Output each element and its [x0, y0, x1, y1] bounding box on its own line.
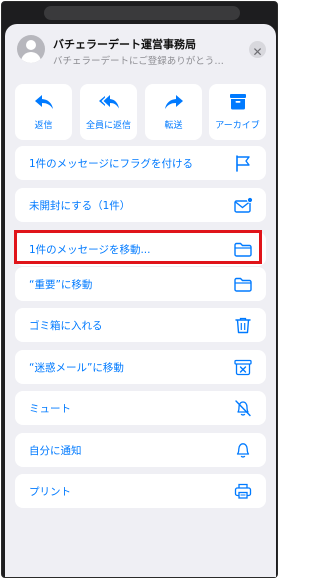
mute-label: ミュート	[29, 403, 71, 415]
archive-label: アーカイブ	[215, 121, 260, 131]
archive-icon	[230, 94, 246, 110]
trash-icon	[235, 317, 251, 334]
reply-all-label: 全員に返信	[85, 121, 131, 131]
move-to-important-item[interactable]: “重要”に移動	[15, 267, 266, 301]
folder-icon	[234, 277, 252, 292]
mark-unread-label: 未開封にする（1件）	[29, 200, 131, 212]
reply-icon	[35, 95, 53, 109]
print-label: プリント	[29, 486, 71, 498]
bell-icon	[236, 443, 250, 458]
mail-action-sheet: バチェラーデート運営事務局 バチェラーデートにご登録ありがとうござ… ✕ 返信 …	[5, 24, 276, 577]
notify-me-label: 自分に通知	[29, 445, 82, 457]
move-message-label: 1件のメッセージを移動...	[29, 244, 151, 256]
reply-all-button[interactable]: 全員に返信	[80, 84, 137, 140]
folder-icon	[234, 242, 252, 257]
mute-bell-icon	[235, 400, 251, 417]
reply-label: 返信	[34, 121, 53, 131]
print-icon	[234, 483, 252, 499]
move-to-trash-label: ゴミ箱に入れる	[29, 320, 103, 332]
phone-frame: バチェラーデート運営事務局 バチェラーデートにご登録ありがとうござ… ✕ 返信 …	[1, 1, 278, 578]
reply-all-icon	[99, 95, 119, 109]
sender-avatar	[17, 35, 45, 63]
close-icon: ✕	[252, 45, 263, 59]
flag-message-label: 1件のメッセージにフラグを付ける	[29, 158, 193, 170]
notify-me-item[interactable]: 自分に通知	[15, 433, 266, 467]
junk-icon	[234, 359, 252, 376]
flag-icon	[236, 155, 250, 172]
message-preview: バチェラーデートにご登録ありがとうござ…	[53, 56, 233, 67]
sender-name: バチェラーデート運営事務局	[53, 38, 196, 51]
mark-unread-icon	[234, 196, 253, 213]
close-button[interactable]: ✕	[249, 41, 266, 59]
move-to-junk-label: “迷惑メール”に移動	[29, 362, 124, 374]
move-to-important-label: “重要”に移動	[29, 279, 93, 291]
forward-button[interactable]: 転送	[145, 84, 202, 140]
print-item[interactable]: プリント	[15, 474, 266, 508]
reply-button[interactable]: 返信	[15, 84, 72, 140]
flag-message-item[interactable]: 1件のメッセージにフラグを付ける	[15, 146, 266, 180]
sheet-header: バチェラーデート運営事務局 バチェラーデートにご登録ありがとうござ… ✕	[15, 32, 267, 72]
move-message-item[interactable]: 1件のメッセージを移動...	[15, 232, 266, 266]
archive-button[interactable]: アーカイブ	[209, 84, 266, 140]
move-to-junk-item[interactable]: “迷惑メール”に移動	[15, 350, 266, 384]
mark-unread-item[interactable]: 未開封にする（1件）	[15, 188, 266, 222]
forward-icon	[165, 95, 183, 109]
quick-actions-row: 返信 全員に返信 転送 アーカイブ	[15, 84, 266, 140]
forward-label: 転送	[164, 121, 183, 131]
move-to-trash-item[interactable]: ゴミ箱に入れる	[15, 308, 266, 342]
background-card-edge	[44, 6, 240, 20]
mute-item[interactable]: ミュート	[15, 391, 266, 425]
